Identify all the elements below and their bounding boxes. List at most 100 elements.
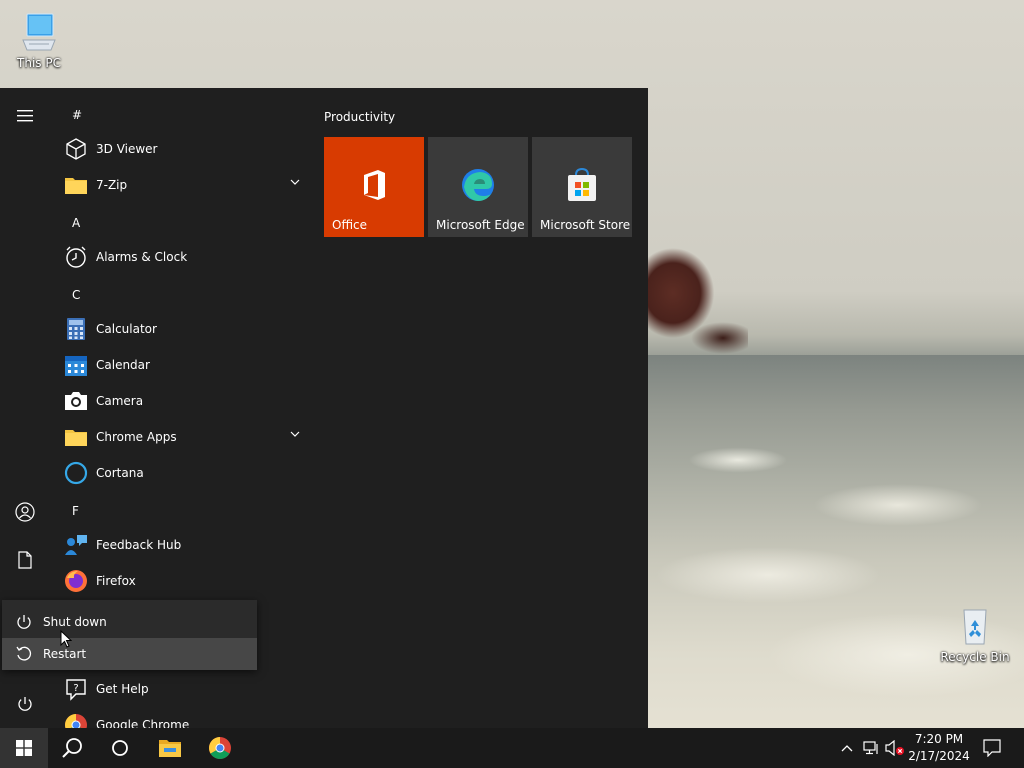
restart-option[interactable]: Restart: [2, 638, 257, 670]
start-menu: # 3D Viewer 7-Zip A Alarms & Clock C Cal…: [0, 88, 648, 728]
document-icon: [18, 551, 32, 569]
cortana-button[interactable]: [96, 728, 144, 768]
calculator-icon: [67, 318, 85, 340]
app-chrome-apps[interactable]: Chrome Apps: [50, 419, 312, 455]
restart-label: Restart: [43, 647, 87, 661]
recycle-bin-label: Recycle Bin: [940, 650, 1010, 664]
search-icon: [62, 738, 82, 758]
app-name: Camera: [96, 394, 144, 408]
wallpaper-sea: [648, 355, 1024, 728]
network-icon: [863, 741, 878, 755]
app-7-zip[interactable]: 7-Zip: [50, 167, 312, 203]
power-icon: [17, 615, 31, 629]
tile-label: Microsoft Store: [540, 218, 631, 232]
folder-icon: [65, 178, 87, 194]
this-pc-label: This PC: [17, 56, 61, 70]
wallpaper-horse: [648, 238, 748, 363]
expand-menu-button[interactable]: [0, 96, 50, 136]
chevron-down-icon[interactable]: [290, 179, 300, 185]
app-google-chrome[interactable]: Google Chrome: [50, 707, 312, 728]
documents-button[interactable]: [0, 540, 50, 580]
tile-label: Microsoft Edge: [436, 218, 525, 232]
clock-icon: [66, 246, 86, 268]
this-pc-desktop-icon[interactable]: This PC: [2, 10, 76, 70]
file-explorer-icon: [159, 740, 181, 757]
cube-icon: [66, 138, 86, 160]
recycle-bin-desktop-icon[interactable]: Recycle Bin: [938, 604, 1012, 664]
office-icon: [364, 170, 385, 200]
app-name: Alarms & Clock: [96, 250, 188, 264]
app-name: Feedback Hub: [96, 538, 182, 552]
chrome-icon: [209, 737, 231, 759]
help-icon: ?: [66, 679, 86, 701]
svg-text:?: ?: [73, 683, 78, 694]
camera-icon: [65, 392, 87, 410]
network-button[interactable]: [860, 728, 882, 768]
app-alarms-clock[interactable]: Alarms & Clock: [50, 239, 312, 275]
mouse-cursor-icon: [60, 630, 72, 648]
computer-icon: [22, 13, 56, 51]
search-button[interactable]: [48, 728, 96, 768]
app-name: Cortana: [96, 466, 144, 480]
cortana-circle-icon: [112, 740, 128, 756]
tile-microsoft-store[interactable]: Microsoft Store: [532, 137, 632, 237]
power-flyout: Shut down Restart: [2, 600, 257, 670]
power-icon: [18, 697, 32, 711]
clock-time: 7:20 PM: [914, 732, 964, 746]
taskbar-clock[interactable]: 7:20 PM 2/17/2024: [905, 731, 973, 765]
notification-icon: [983, 739, 1001, 757]
chevron-up-icon: [841, 745, 853, 752]
show-hidden-icons-button[interactable]: [838, 728, 856, 768]
chrome-taskbar-button[interactable]: [196, 728, 244, 768]
file-explorer-button[interactable]: [146, 728, 194, 768]
app-cortana[interactable]: Cortana: [50, 455, 312, 491]
user-account-button[interactable]: [0, 492, 50, 532]
firefox-icon: [65, 570, 87, 592]
recycle-bin-icon: [963, 609, 987, 645]
folder-icon: [65, 430, 87, 446]
app-name: 3D Viewer: [96, 142, 158, 156]
chevron-down-icon[interactable]: [290, 431, 300, 437]
volume-muted-icon: [885, 740, 904, 756]
hamburger-icon: [17, 110, 33, 122]
edge-icon: [462, 169, 494, 201]
shutdown-option[interactable]: Shut down: [2, 606, 257, 638]
app-camera[interactable]: Camera: [50, 383, 312, 419]
cortana-icon: [64, 461, 88, 485]
chrome-icon: [65, 714, 87, 728]
app-name: Firefox: [96, 574, 136, 588]
user-icon: [15, 502, 35, 522]
app-name: Get Help: [96, 682, 149, 696]
app-3d-viewer[interactable]: 3D Viewer: [50, 131, 312, 167]
app-name: Calculator: [96, 322, 157, 336]
tile-microsoft-edge[interactable]: Microsoft Edge: [428, 137, 528, 237]
power-button[interactable]: [0, 684, 50, 724]
restart-icon: [16, 646, 32, 661]
app-calendar[interactable]: Calendar: [50, 347, 312, 383]
start-button[interactable]: [0, 728, 48, 768]
section-header-hash[interactable]: #: [72, 108, 82, 122]
app-calculator[interactable]: Calculator: [50, 311, 312, 347]
taskbar: 7:20 PM 2/17/2024: [0, 728, 1024, 768]
app-name: 7-Zip: [96, 178, 128, 192]
app-name: Chrome Apps: [96, 430, 177, 444]
calendar-icon: [65, 356, 87, 376]
windows-logo-icon: [16, 740, 32, 756]
app-feedback-hub[interactable]: Feedback Hub: [50, 527, 312, 563]
app-name: Google Chrome: [96, 718, 190, 728]
tile-office[interactable]: Office: [324, 137, 424, 237]
volume-button[interactable]: [884, 728, 906, 768]
feedback-icon: [65, 535, 87, 555]
tile-group-title[interactable]: Productivity: [324, 110, 395, 124]
shutdown-label: Shut down: [43, 615, 107, 629]
store-icon: [568, 167, 596, 201]
section-header-f[interactable]: F: [72, 504, 79, 518]
app-name: Calendar: [96, 358, 150, 372]
section-header-c[interactable]: C: [72, 288, 80, 302]
tile-label: Office: [332, 218, 368, 232]
section-header-a[interactable]: A: [72, 216, 80, 230]
action-center-button[interactable]: [978, 728, 1006, 768]
app-get-help[interactable]: ? Get Help: [50, 671, 312, 707]
app-firefox[interactable]: Firefox: [50, 563, 312, 599]
clock-date: 2/17/2024: [908, 749, 970, 763]
